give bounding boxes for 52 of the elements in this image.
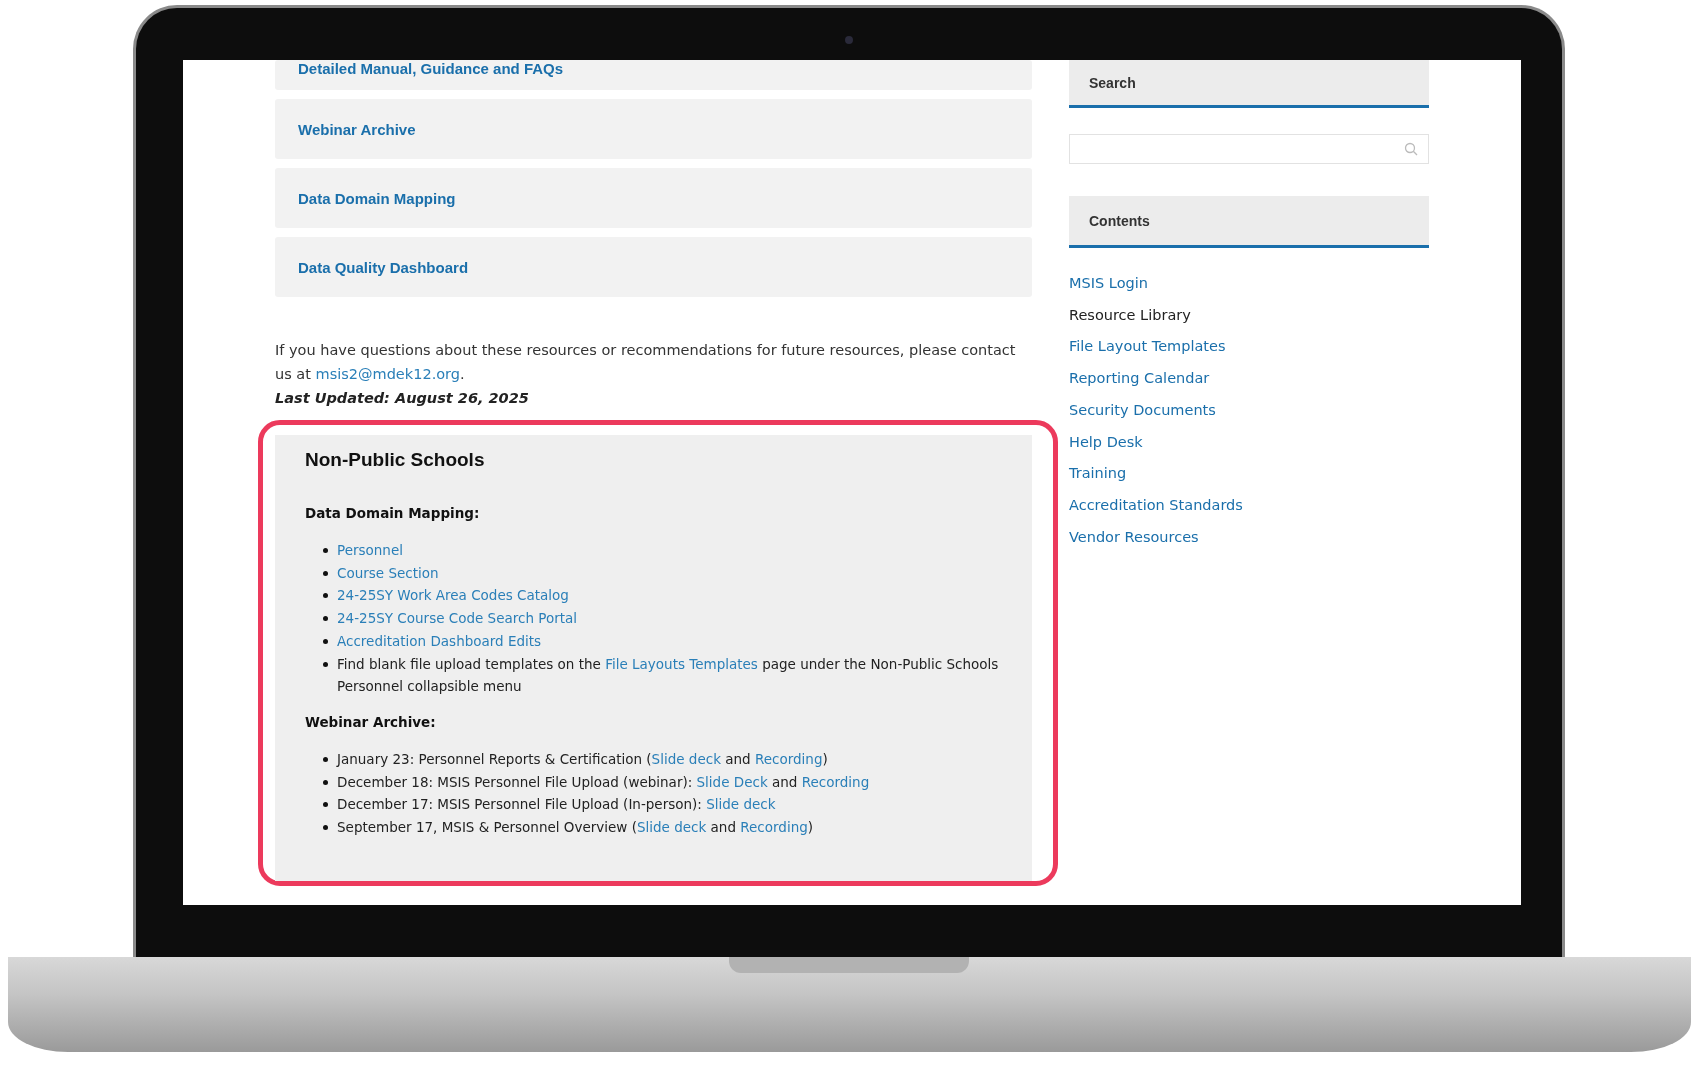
widget-header: Search — [1069, 60, 1429, 108]
accordion-item[interactable]: Data Domain Mapping — [275, 168, 1032, 228]
text-link[interactable]: Recording — [801, 773, 870, 790]
contents-link[interactable]: Reporting Calendar — [1069, 367, 1210, 391]
contents-link[interactable]: Resource Library — [1069, 303, 1191, 328]
list-item-text: December 18: MSIS Personnel File Upload (webinar): Slide Deck and Recording — [337, 772, 870, 792]
text-link[interactable]: Personnel — [337, 542, 403, 558]
list-item-text: September 17, MSIS & Personnel Overview (Slide deck and Recording) — [337, 818, 814, 838]
list-item-text: January 23: Personnel Reports & Certification (Slide deck and Recording) — [337, 749, 828, 769]
bullet-icon — [323, 616, 328, 622]
accordion-item[interactable]: Detailed Manual, Guidance and FAQs — [275, 60, 1032, 90]
group-heading: Webinar Archive: — [305, 713, 437, 730]
list-item-text: Find blank file upload templates on the File Layouts Templates page under the Non-Public Schools Personnel collapsible menu — [337, 654, 1000, 697]
bullet-icon — [323, 825, 328, 831]
bullet-icon — [323, 638, 328, 644]
bullet-icon — [323, 593, 328, 599]
text-link[interactable]: msis2@mdek12.org — [315, 366, 461, 382]
bullet-icon — [323, 548, 328, 553]
contents-link[interactable]: Accreditation Standards — [1069, 493, 1243, 518]
contents-link[interactable]: Vendor Resources — [1069, 525, 1199, 550]
text-link[interactable]: Slide deck — [636, 819, 707, 836]
contents-link[interactable]: Security Documents — [1069, 398, 1216, 423]
text-link[interactable]: 24-25SY Work Area Codes Catalog — [337, 587, 569, 604]
list-item-text: December 17: MSIS Personnel File Upload (In-person): Slide deck — [337, 795, 776, 815]
last-updated-text: Last Updated: August 26, 2025 — [275, 389, 530, 408]
bullet-icon — [323, 756, 328, 762]
search-field[interactable] — [1069, 134, 1429, 164]
group-heading: Data Domain Mapping: — [305, 505, 481, 521]
contact-text: If you have questions about these resources or recommendations for future resources, please contact us at msis2@mdek12.org. — [275, 341, 1017, 384]
contents-link[interactable]: Training — [1069, 462, 1127, 486]
bullet-icon — [323, 661, 328, 667]
widget-header: Contents — [1069, 196, 1429, 248]
bullet-icon — [323, 570, 328, 576]
accordion-item[interactable]: Data Quality Dashboard — [275, 237, 1032, 297]
text-link[interactable]: Accreditation Dashboard Edits — [337, 632, 542, 649]
text-link[interactable]: Slide deck — [651, 750, 721, 767]
text-link[interactable]: Slide Deck — [696, 773, 768, 790]
text-link[interactable]: 24-25SY Course Code Search Portal — [337, 610, 578, 627]
text-link[interactable]: Slide deck — [706, 796, 776, 813]
contents-link[interactable]: Help Desk — [1069, 430, 1143, 455]
accordion-item[interactable]: Webinar Archive — [275, 99, 1032, 159]
text-link[interactable]: Recording — [740, 819, 808, 836]
text-link[interactable]: Course Section — [337, 564, 439, 581]
bullet-icon — [323, 779, 328, 785]
contents-link[interactable]: File Layout Templates — [1069, 335, 1226, 360]
contents-link[interactable]: MSIS Login — [1069, 272, 1148, 296]
search-icon[interactable] — [1404, 142, 1418, 156]
text-link[interactable]: Recording — [754, 750, 823, 767]
bullet-icon — [323, 802, 328, 808]
webcam-icon — [845, 36, 853, 44]
text-link[interactable]: File Layouts Templates — [605, 655, 758, 672]
section-title: Non-Public Schools — [305, 449, 486, 471]
